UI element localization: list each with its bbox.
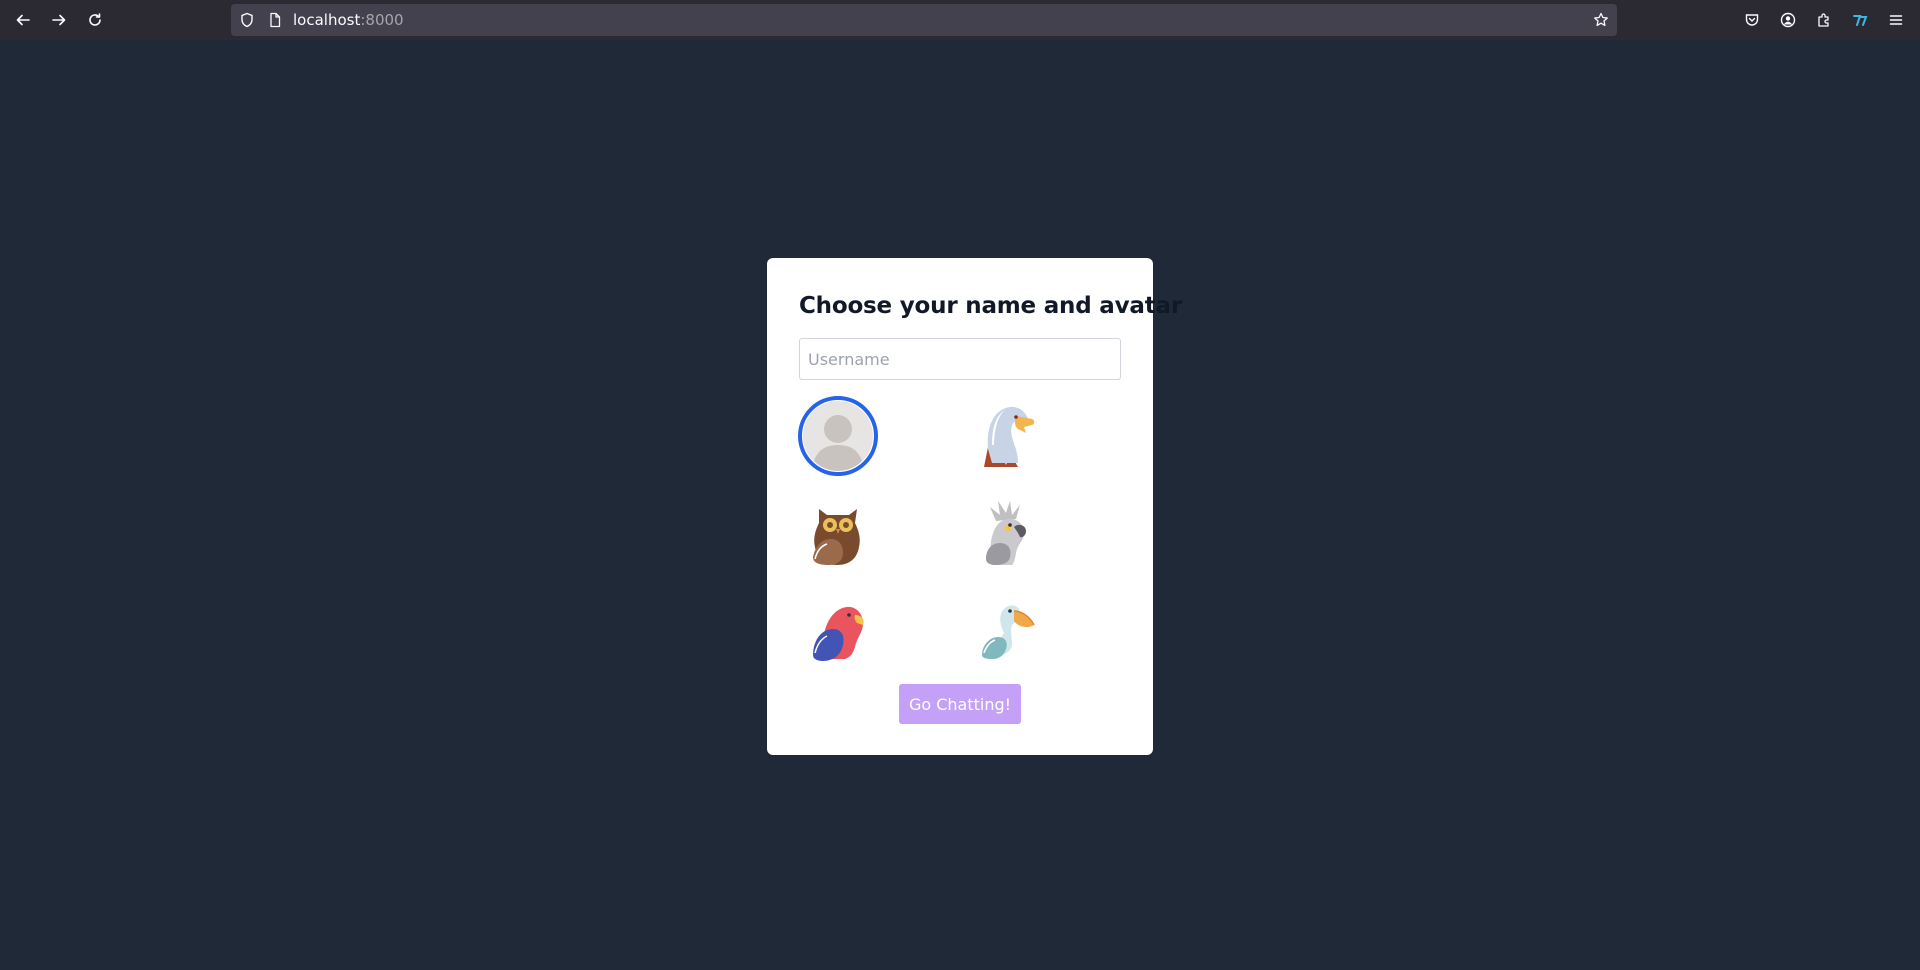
back-icon <box>16 14 30 26</box>
cockatoo-icon <box>986 501 1026 565</box>
avatar-option-default[interactable] <box>798 396 878 476</box>
back-button[interactable] <box>9 6 37 34</box>
pelican-icon <box>982 605 1035 659</box>
extensions-icon <box>1818 13 1829 27</box>
parrot-icon <box>813 606 864 661</box>
reload-button[interactable] <box>81 6 109 34</box>
page-icon <box>270 12 281 28</box>
eagle-icon <box>984 406 1035 467</box>
reload-icon <box>89 13 101 26</box>
menu-icon <box>1889 15 1903 25</box>
go-chatting-button[interactable]: Go Chatting! <box>899 684 1021 724</box>
extension-app-button[interactable] <box>1846 6 1874 34</box>
menu-button[interactable] <box>1882 6 1910 34</box>
url-bar[interactable]: localhost:8000 <box>231 4 1617 36</box>
account-icon <box>1780 12 1796 28</box>
forward-button[interactable] <box>45 6 73 34</box>
extension-app-icon <box>1853 15 1868 26</box>
pocket-button[interactable] <box>1738 6 1766 34</box>
avatar-option-cockatoo[interactable] <box>967 492 1047 572</box>
avatar-option-pelican[interactable] <box>967 588 1047 668</box>
username-input[interactable] <box>799 338 1121 380</box>
pocket-icon <box>1745 14 1759 26</box>
account-button[interactable] <box>1774 6 1802 34</box>
bookmark-star-icon[interactable] <box>1593 12 1609 28</box>
card-title: Choose your name and avatar <box>799 293 1182 319</box>
avatar-option-eagle[interactable] <box>967 396 1047 476</box>
url-text: localhost:8000 <box>293 11 404 29</box>
shield-icon[interactable] <box>239 12 255 28</box>
browser-toolbar: localhost:8000 <box>0 0 1920 40</box>
forward-icon <box>52 14 66 26</box>
extensions-button[interactable] <box>1810 6 1838 34</box>
default-person-icon <box>803 401 873 471</box>
login-card: Choose your name and avatar Username Go … <box>767 258 1182 755</box>
avatar-option-owl[interactable] <box>798 492 878 572</box>
owl-icon <box>813 509 860 565</box>
avatar-option-parrot[interactable] <box>798 588 878 668</box>
